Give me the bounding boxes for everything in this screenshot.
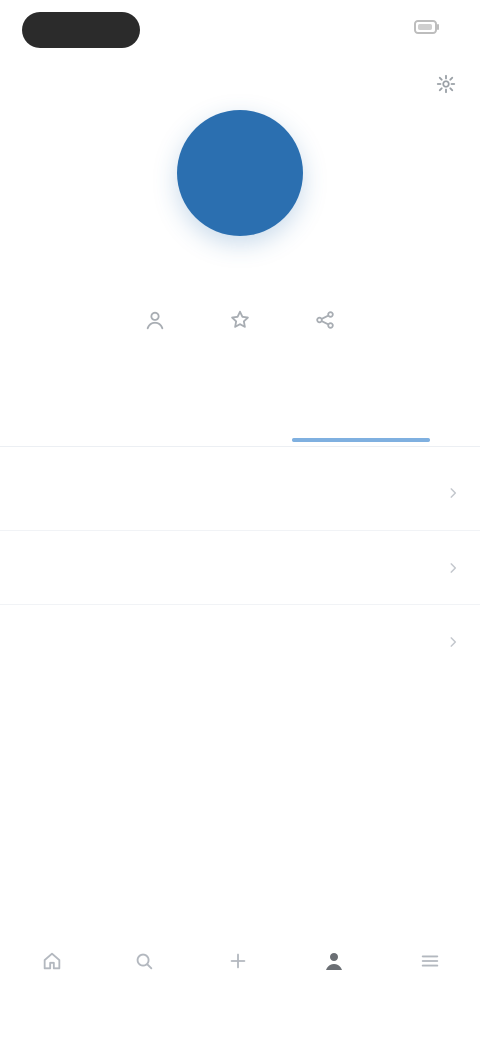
status-indicators xyxy=(408,20,440,37)
settings-button[interactable] xyxy=(430,70,462,102)
chevron-right-icon xyxy=(444,559,462,577)
nav-item-menu[interactable] xyxy=(398,938,462,994)
search-icon xyxy=(133,950,155,977)
chevron-right-icon xyxy=(444,484,462,502)
list-item-2[interactable] xyxy=(0,530,480,604)
list-item-3[interactable] xyxy=(0,604,480,678)
avatar[interactable] xyxy=(177,110,303,236)
action-1[interactable] xyxy=(120,308,190,360)
nav-item-home[interactable] xyxy=(20,938,84,994)
share-icon xyxy=(313,308,337,332)
status-time-pill xyxy=(22,12,140,48)
status-bar xyxy=(0,0,480,60)
star-icon xyxy=(228,308,252,332)
nav-item-add[interactable] xyxy=(206,938,270,994)
tab-3[interactable] xyxy=(288,392,434,436)
profile-actions xyxy=(120,308,360,360)
active-tab-indicator xyxy=(292,438,430,442)
gear-icon xyxy=(435,73,457,100)
chevron-right-icon xyxy=(444,633,462,651)
action-3[interactable] xyxy=(290,308,360,360)
user-icon xyxy=(143,308,167,332)
menu-icon xyxy=(419,950,441,977)
tab-2[interactable] xyxy=(116,392,254,436)
list-item-1[interactable] xyxy=(0,456,480,530)
profile-icon xyxy=(322,949,346,978)
action-2[interactable] xyxy=(205,308,275,360)
home-icon xyxy=(41,950,63,977)
bottom-navigation xyxy=(0,938,480,1008)
profile-tabs xyxy=(0,392,480,442)
nav-item-search[interactable] xyxy=(112,938,176,994)
nav-item-profile[interactable] xyxy=(302,938,366,994)
tabs-divider xyxy=(0,446,480,447)
battery-icon xyxy=(414,20,440,37)
plus-icon xyxy=(227,950,249,977)
tab-1[interactable] xyxy=(14,392,96,436)
settings-list xyxy=(0,456,480,678)
